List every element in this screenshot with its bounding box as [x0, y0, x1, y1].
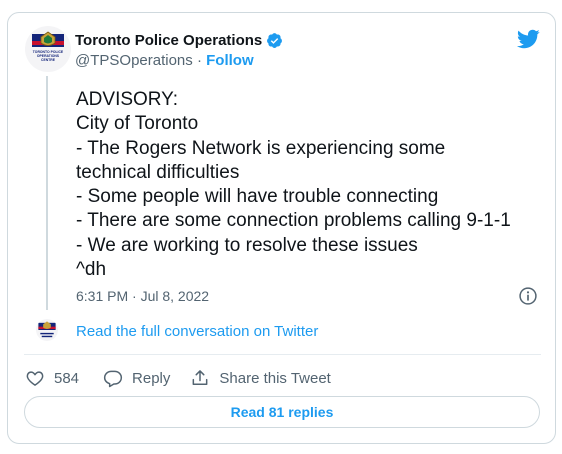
share-icon: [192, 370, 208, 385]
tweet-line: technical difficulties: [76, 161, 240, 183]
heart-icon: [26, 371, 44, 386]
tweet-line: - There are some connection problems cal…: [76, 210, 511, 232]
read-replies-button[interactable]: Read 81 replies: [24, 396, 540, 428]
share-button[interactable]: Share this Tweet: [190, 368, 331, 388]
thread-line: [46, 76, 48, 310]
tweet-text: ADVISORY: City of Toronto - The Rogers N…: [76, 88, 546, 282]
author-handle[interactable]: @TPSOperations: [75, 52, 193, 69]
author-handle-row: @TPSOperations · Follow: [75, 52, 254, 69]
author-avatar[interactable]: TORONTO POLICE OPERATIONS CENTRE: [25, 26, 71, 72]
reply-icon: [103, 370, 123, 388]
share-label: Share this Tweet: [219, 369, 331, 387]
author-name-row[interactable]: Toronto Police Operations: [75, 32, 283, 49]
tweet-line: City of Toronto: [76, 113, 199, 135]
tweet-line: - We are working to resolve these issues: [76, 234, 418, 256]
handle-separator: ·: [192, 52, 207, 69]
like-button[interactable]: 584: [25, 368, 79, 388]
tweet-line: - Some people will have trouble connecti…: [76, 186, 439, 208]
twitter-bird-icon[interactable]: [516, 27, 540, 51]
tweet-actions: 584 Reply Share this Tweet: [25, 367, 331, 389]
tweet-line: ^dh: [76, 259, 107, 281]
author-display-name[interactable]: Toronto Police Operations: [75, 32, 262, 49]
divider: [24, 354, 541, 355]
info-icon[interactable]: [518, 286, 538, 306]
verified-badge-icon: [267, 33, 283, 48]
tweet-line: - The Rogers Network is experiencing som…: [76, 137, 446, 159]
read-conversation-link[interactable]: Read the full conversation on Twitter: [76, 323, 318, 340]
conversation-avatar: [36, 319, 58, 341]
follow-button[interactable]: Follow: [206, 52, 254, 69]
tweet-timestamp[interactable]: 6:31 PM · Jul 8, 2022: [76, 288, 209, 304]
tps-logo: TORONTO POLICE OPERATIONS CENTRE: [25, 26, 71, 72]
reply-button[interactable]: Reply: [103, 368, 170, 388]
reply-label: Reply: [132, 369, 171, 387]
tweet-line: ADVISORY:: [76, 89, 179, 110]
svg-text:CENTRE: CENTRE: [41, 58, 56, 62]
tps-logo-small: [36, 319, 58, 341]
like-count: 584: [54, 369, 80, 387]
